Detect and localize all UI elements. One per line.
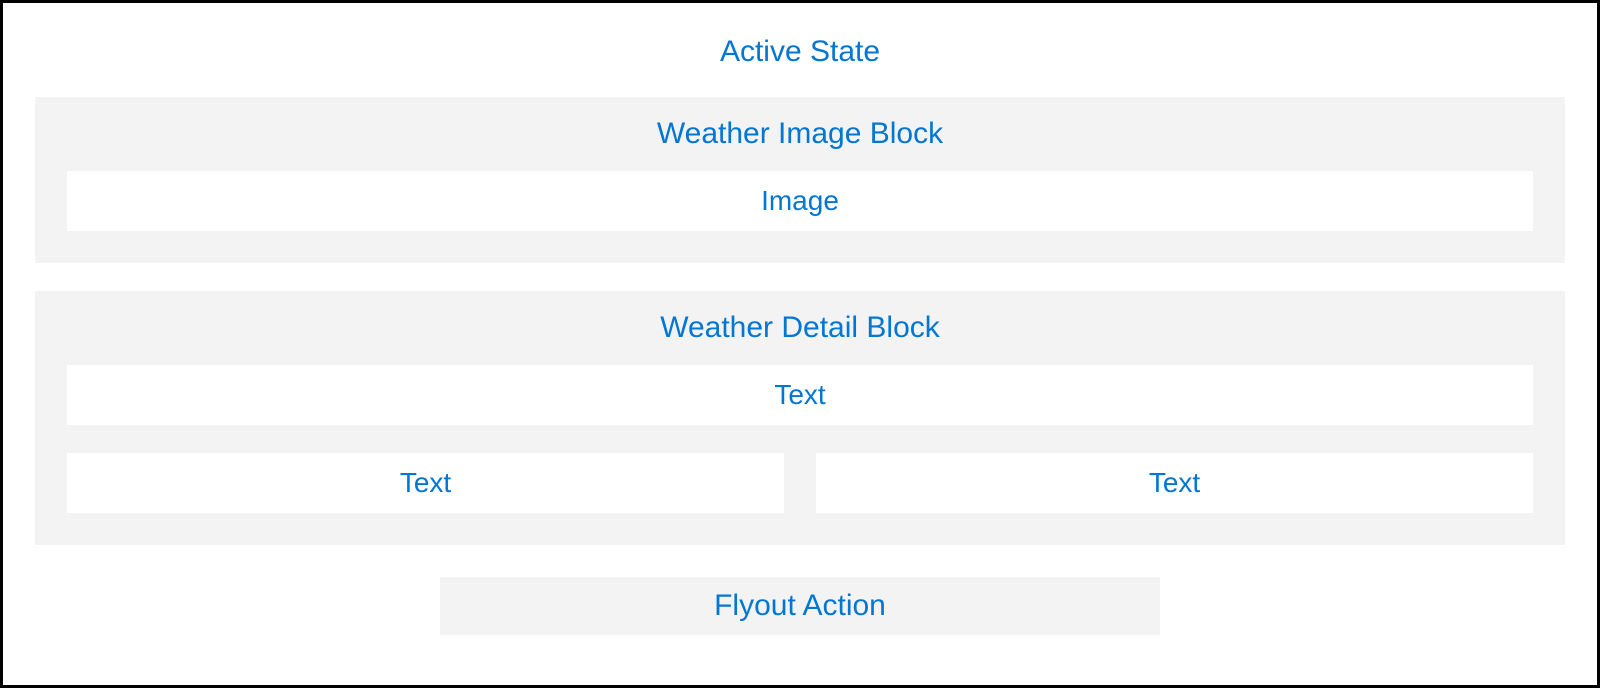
active-state-frame: Active State Weather Image Block Image W… [0,0,1600,688]
page-title: Active State [720,35,880,69]
weather-detail-block-title: Weather Detail Block [660,311,940,345]
weather-detail-block: Weather Detail Block Text Text Text [35,291,1565,545]
image-slot: Image [67,171,1533,231]
text-slot-full: Text [67,365,1533,425]
flyout-action[interactable]: Flyout Action [440,577,1160,635]
weather-image-block-title: Weather Image Block [657,117,943,151]
text-slot-right: Text [816,453,1533,513]
weather-image-block: Weather Image Block Image [35,97,1565,263]
text-slot-row: Text Text [67,453,1533,513]
text-slot-left: Text [67,453,784,513]
